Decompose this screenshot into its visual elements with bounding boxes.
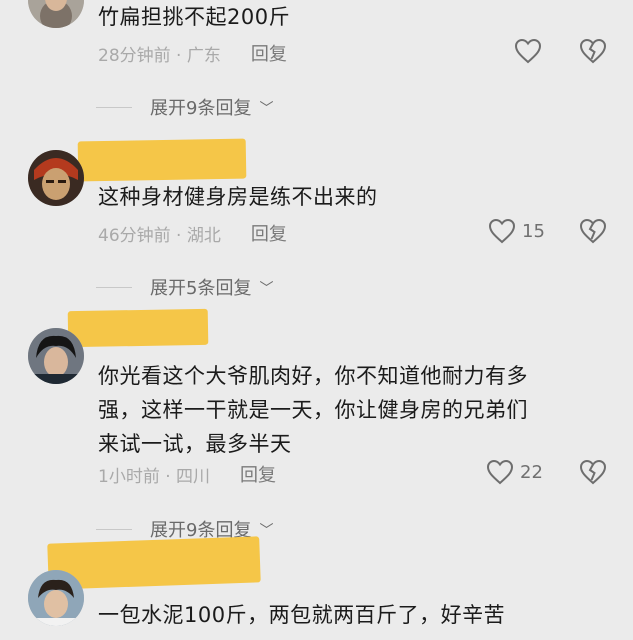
chevron-down-icon: ﹀ — [259, 522, 274, 539]
heart-icon — [514, 38, 542, 64]
avatar[interactable] — [28, 0, 84, 28]
like-count: 22 — [520, 461, 543, 483]
expand-replies-button[interactable]: 展开5条回复 ﹀ — [96, 274, 273, 300]
reply-button[interactable]: 回复 — [240, 461, 276, 487]
like-button[interactable] — [514, 38, 542, 64]
broken-heart-icon — [579, 38, 607, 64]
broken-heart-icon — [579, 218, 607, 244]
dislike-button[interactable] — [579, 459, 607, 485]
comment-time-location: 46分钟前 · 湖北 — [98, 225, 221, 246]
heart-icon — [486, 459, 514, 485]
avatar[interactable] — [28, 570, 84, 626]
like-count: 15 — [522, 220, 545, 242]
avatar[interactable] — [28, 150, 84, 206]
divider-dash — [96, 286, 132, 288]
like-button[interactable]: 22 — [486, 459, 543, 485]
comment-time-location: 1小时前 · 四川 — [98, 466, 211, 487]
comment-meta: 1小时前 · 四川 回复 — [98, 461, 276, 487]
comment-text: 一包水泥100斤，两包就两百斤了，好辛苦 — [98, 603, 506, 627]
divider-dash — [96, 106, 132, 108]
dislike-button[interactable] — [579, 38, 607, 64]
username-redacted[interactable] — [67, 308, 209, 348]
divider-dash — [96, 528, 132, 530]
dislike-button[interactable] — [579, 218, 607, 244]
avatar[interactable] — [28, 328, 84, 384]
comment-text: 竹扁担挑不起200斤 — [98, 5, 291, 29]
comment-text: 这种身材健身房是练不出来的 — [98, 185, 378, 209]
comment-line: 来试一试，最多半天 — [98, 432, 292, 456]
comment-meta: 28分钟前 · 广东 回复 — [98, 40, 287, 66]
like-button[interactable]: 15 — [488, 218, 545, 244]
comment-meta: 46分钟前 · 湖北 回复 — [98, 220, 287, 246]
comment-line: 强，这样一干就是一天，你让健身房的兄弟们 — [98, 398, 528, 422]
reply-button[interactable]: 回复 — [251, 220, 287, 246]
username-redacted[interactable] — [77, 138, 247, 182]
expand-replies-label: 展开5条回复 — [150, 278, 252, 299]
chevron-down-icon: ﹀ — [259, 100, 274, 117]
reply-button[interactable]: 回复 — [251, 40, 287, 66]
comment-time-location: 28分钟前 · 广东 — [98, 45, 221, 66]
heart-icon — [488, 218, 516, 244]
broken-heart-icon — [579, 459, 607, 485]
comment-text: 你光看这个大爷肌肉好，你不知道他耐力有多 强，这样一干就是一天，你让健身房的兄弟… — [98, 359, 598, 461]
chevron-down-icon: ﹀ — [259, 280, 274, 297]
expand-replies-label: 展开9条回复 — [150, 98, 252, 119]
comment-line: 你光看这个大爷肌肉好，你不知道他耐力有多 — [98, 364, 528, 388]
expand-replies-button[interactable]: 展开9条回复 ﹀ — [96, 94, 273, 120]
